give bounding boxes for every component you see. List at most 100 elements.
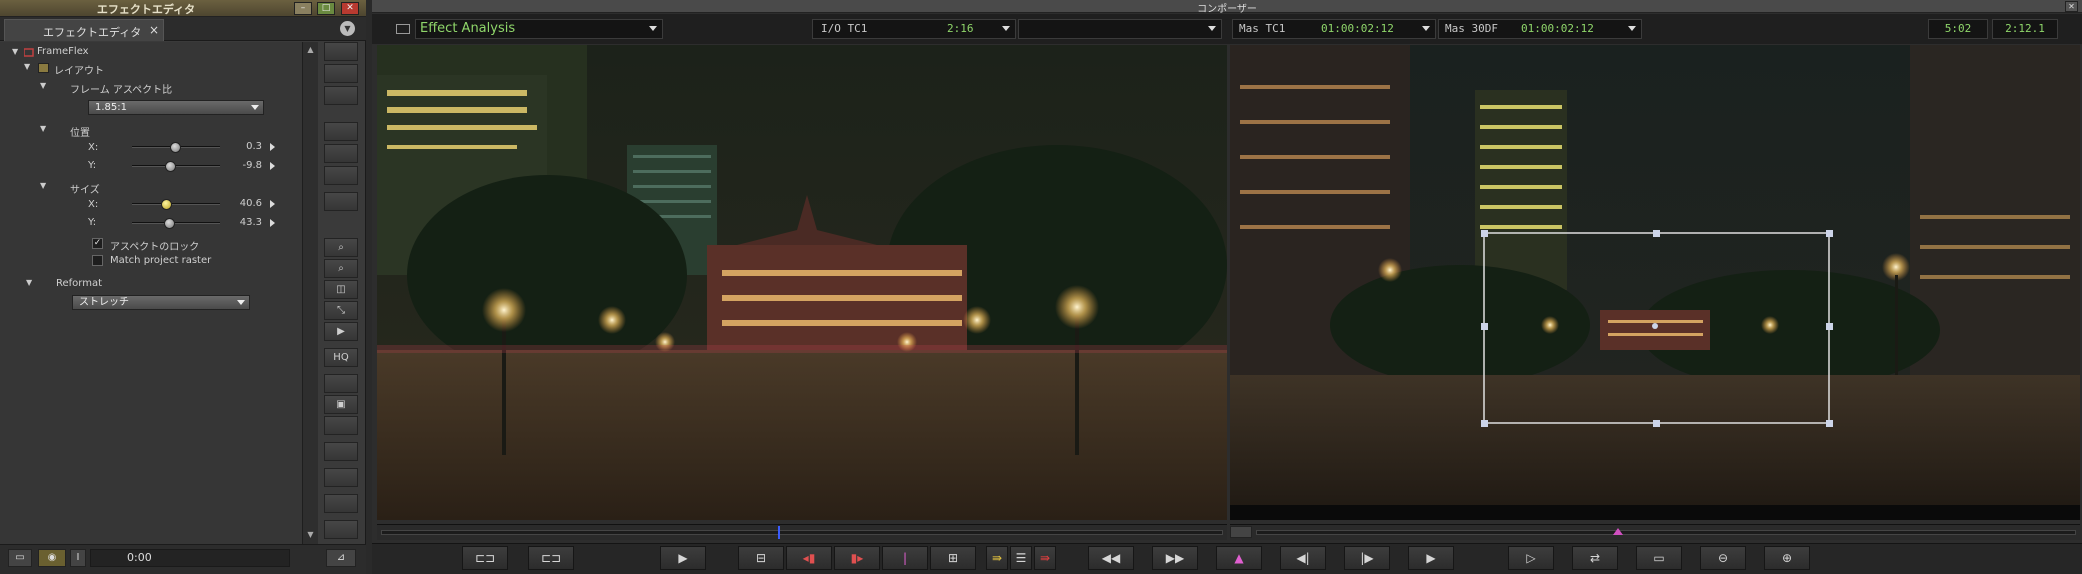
render-button[interactable]: ▣ <box>324 395 358 414</box>
size-x-slider[interactable] <box>132 199 220 210</box>
slider-knob[interactable] <box>164 218 175 229</box>
panel-menu-icon[interactable]: ▼ <box>340 21 355 36</box>
tool-button-blank[interactable] <box>324 416 358 435</box>
slider-knob[interactable] <box>165 161 176 172</box>
mark-clip-2-button[interactable]: ⊏⊐ <box>528 546 574 570</box>
menu-grid-icon[interactable] <box>396 24 410 34</box>
overwrite-button[interactable]: ⇛ <box>1034 546 1056 570</box>
source-monitor[interactable] <box>377 45 1227 520</box>
play-preview-button[interactable]: ▶ <box>324 322 358 341</box>
slider-knob[interactable] <box>170 142 181 153</box>
scroll-down-icon[interactable]: ▼ <box>306 530 315 539</box>
io-tc-display[interactable]: I/O TC1 2:16 <box>812 19 1016 39</box>
step-right-icon[interactable] <box>270 162 275 170</box>
tab-effect-editor[interactable]: エフェクトエディタ × <box>4 19 164 41</box>
keyframe-mode-button[interactable]: ◉ <box>38 549 66 567</box>
position-marker-button[interactable]: I <box>70 549 86 567</box>
tool-button-blank[interactable] <box>324 468 358 487</box>
position-y-slider[interactable] <box>132 161 220 172</box>
tool-button-blank[interactable] <box>324 374 358 393</box>
source-position-bar[interactable] <box>377 524 1227 540</box>
size-x-value[interactable]: 40.6 <box>222 198 262 209</box>
mark-out-button[interactable]: ▮▸ <box>834 546 880 570</box>
size-y-slider[interactable] <box>132 218 220 229</box>
hq-button[interactable]: HQ <box>324 348 358 367</box>
fast-forward-button[interactable]: ▶▶ <box>1152 546 1198 570</box>
tree-root-frameflex[interactable]: FrameFlex <box>37 46 89 60</box>
record-timeline-track[interactable] <box>1256 528 2076 535</box>
tool-button-blank[interactable] <box>324 42 358 61</box>
tool-button-blank[interactable] <box>324 520 358 539</box>
aspect-ratio-select[interactable]: 1.85:1 <box>88 100 264 115</box>
splice-in-button[interactable]: ⇛ <box>986 546 1008 570</box>
maximize-button[interactable]: □ <box>317 2 335 15</box>
tree-layout[interactable]: レイアウト <box>54 62 104 77</box>
right-tc2-display[interactable]: 2:12.1 <box>1992 19 2058 39</box>
expand-triangle-icon[interactable]: ▼ <box>12 47 22 57</box>
source-menu-select[interactable]: Effect Analysis <box>415 19 663 39</box>
zoom-out-button[interactable]: ⊖ <box>1700 546 1746 570</box>
source-timeline-track[interactable] <box>381 526 1223 539</box>
source-play-button[interactable]: ▶ <box>660 546 706 570</box>
slider-knob[interactable] <box>161 199 172 210</box>
record-tl-button[interactable] <box>1230 526 1252 538</box>
mas-30df-display[interactable]: Mas 30DF 01:00:02:12 <box>1438 19 1642 39</box>
mas-tc1-display[interactable]: Mas TC1 01:00:02:12 <box>1232 19 1436 39</box>
swap-button[interactable]: ⇄ <box>1572 546 1618 570</box>
tool-button-blank[interactable] <box>324 192 358 211</box>
position-x-value[interactable]: 0.3 <box>222 141 262 152</box>
lock-aspect-checkbox[interactable]: ✓ <box>92 238 103 249</box>
expand-triangle-icon[interactable]: ▼ <box>40 81 50 91</box>
close-window-button[interactable]: ✕ <box>2065 1 2078 12</box>
step-forward-button[interactable]: |▶ <box>1344 546 1390 570</box>
right-tc1-display[interactable]: 5:02 <box>1928 19 1988 39</box>
record-monitor[interactable] <box>1230 45 2080 520</box>
mark-in-button[interactable]: ◂▮ <box>786 546 832 570</box>
add-marker-button[interactable]: ▲ <box>1216 546 1262 570</box>
composer-titlebar[interactable]: コンポーザー ✕ <box>372 0 2082 15</box>
grid-button[interactable]: ◫ <box>324 280 358 299</box>
step-back-button[interactable]: ◀| <box>1280 546 1326 570</box>
graph-button[interactable]: ⊿ <box>326 549 356 567</box>
tool-button-blank[interactable] <box>324 122 358 141</box>
io-secondary-display[interactable] <box>1018 19 1222 39</box>
zoom-in-button[interactable]: ⊕ <box>1764 546 1810 570</box>
source-position-indicator[interactable] <box>778 526 780 539</box>
effect-editor-titlebar[interactable]: エフェクトエディタ – □ ✕ <box>0 0 366 17</box>
size-y-value[interactable]: 43.3 <box>222 217 262 228</box>
expand-triangle-icon[interactable]: ▼ <box>40 181 50 191</box>
zoom-in-button[interactable]: ⌕ <box>324 238 358 257</box>
tool-button-blank[interactable] <box>324 442 358 461</box>
reformat-select[interactable]: ストレッチ <box>72 295 250 310</box>
minimize-button[interactable]: – <box>294 2 312 15</box>
effect-timecode[interactable]: 0:00 <box>90 549 290 567</box>
close-tab-icon[interactable]: × <box>149 23 159 37</box>
tool-button-blank[interactable] <box>324 86 358 105</box>
play-loop-button[interactable]: ▷ <box>1508 546 1554 570</box>
transform-button[interactable]: ⤡ <box>324 301 358 320</box>
expand-triangle-icon[interactable]: ▼ <box>26 278 36 288</box>
rewind-button[interactable]: ◀◀ <box>1088 546 1134 570</box>
match-raster-checkbox[interactable] <box>92 255 103 266</box>
tool-button-blank[interactable] <box>324 64 358 83</box>
clear-marks-button[interactable]: | <box>882 546 928 570</box>
record-position-indicator[interactable] <box>1613 528 1623 535</box>
record-play-button[interactable]: ▶ <box>1408 546 1454 570</box>
tool-button-blank[interactable] <box>324 166 358 185</box>
close-window-button[interactable]: ✕ <box>341 2 359 15</box>
scroll-up-icon[interactable]: ▲ <box>306 45 315 54</box>
match-frame-button[interactable]: ⊞ <box>930 546 976 570</box>
tool-button-blank[interactable] <box>324 144 358 163</box>
parameter-scrollbar[interactable]: ▲ ▼ <box>302 42 318 544</box>
source-center-button[interactable]: ⊟ <box>738 546 784 570</box>
expand-triangle-icon[interactable]: ▼ <box>24 62 34 72</box>
record-position-bar[interactable] <box>1230 524 2080 540</box>
step-right-icon[interactable] <box>270 219 275 227</box>
step-right-icon[interactable] <box>270 143 275 151</box>
panel-toggle-button[interactable]: ▭ <box>8 549 32 567</box>
step-right-icon[interactable] <box>270 200 275 208</box>
mark-clip-button[interactable]: ⊏⊐ <box>462 546 508 570</box>
position-x-slider[interactable] <box>132 142 220 153</box>
zoom-out-button[interactable]: ⌕ <box>324 259 358 278</box>
fullscreen-button[interactable]: ▭ <box>1636 546 1682 570</box>
